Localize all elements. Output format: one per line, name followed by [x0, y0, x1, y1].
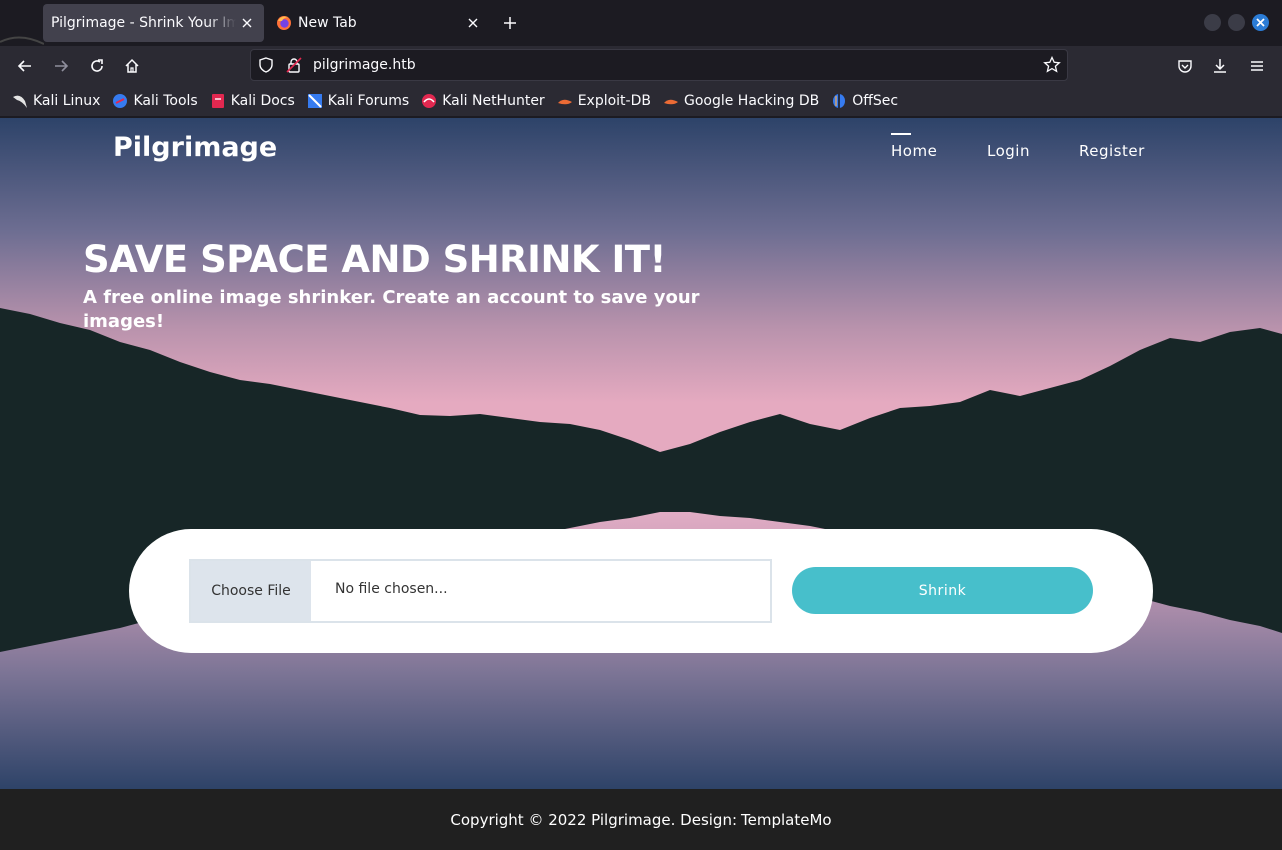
browser-window: Pilgrimage - Shrink Your Images New Tab — [0, 0, 1282, 850]
home-button[interactable] — [120, 54, 144, 78]
site-footer: Copyright © 2022 Pilgrimage. Design: Tem… — [0, 789, 1282, 850]
choose-file-button[interactable]: Choose File — [191, 561, 311, 621]
web-page: Pilgrimage Home Login Register SAVE SPAC… — [0, 118, 1282, 850]
tab-strip: Pilgrimage - Shrink Your Images New Tab — [0, 0, 1282, 46]
forward-button[interactable] — [49, 54, 73, 78]
bookmark-kali-forums[interactable]: Kali Forums — [307, 93, 409, 109]
close-tab-icon[interactable] — [462, 12, 484, 34]
shield-icon[interactable] — [258, 57, 274, 73]
close-tab-icon[interactable] — [236, 12, 258, 34]
upload-form: Choose File No file chosen... Shrink — [129, 529, 1153, 653]
maximize-button[interactable] — [1228, 14, 1245, 31]
active-nav-indicator — [891, 133, 911, 135]
kali-tools-icon — [113, 94, 128, 108]
lock-insecure-icon[interactable] — [286, 57, 302, 73]
shrink-button[interactable]: Shrink — [792, 567, 1093, 614]
pocket-icon — [1178, 60, 1192, 73]
bookmark-label: Kali Tools — [133, 93, 198, 109]
bookmarks-toolbar: Kali Linux Kali Tools Kali Docs Kali For… — [0, 86, 1282, 116]
bookmark-label: Kali NetHunter — [442, 93, 545, 109]
nav-login-link[interactable]: Login — [987, 142, 1030, 160]
tab-new-tab[interactable]: New Tab — [270, 4, 490, 42]
file-input[interactable]: Choose File No file chosen... — [189, 559, 772, 623]
bookmark-label: Google Hacking DB — [683, 93, 820, 109]
bookmark-kali-docs[interactable]: Kali Docs — [210, 93, 295, 109]
minimize-button[interactable] — [1204, 14, 1221, 31]
arrow-right-icon — [55, 60, 69, 72]
bookmark-kali-nethunter[interactable]: Kali NetHunter — [421, 93, 545, 109]
bookmark-offsec[interactable]: OffSec — [831, 93, 898, 109]
reload-button[interactable] — [85, 54, 109, 78]
nav-register-link[interactable]: Register — [1079, 142, 1145, 160]
reload-icon — [91, 59, 103, 72]
templatemo-link[interactable]: TemplateMo — [741, 811, 832, 829]
home-icon — [125, 58, 139, 73]
navigation-toolbar: pilgrimage.htb — [0, 46, 1282, 86]
copyright-text: Copyright © 2022 Pilgrimage. Design: — [450, 810, 738, 829]
site-logo[interactable]: Pilgrimage — [113, 132, 277, 163]
tab-title: New Tab — [298, 15, 357, 31]
downloads-button[interactable] — [1208, 54, 1232, 78]
bookmark-label: Kali Linux — [33, 93, 101, 109]
star-bookmark-icon[interactable] — [1043, 56, 1061, 74]
kali-dragon-icon — [13, 95, 27, 108]
tab-title: Pilgrimage - Shrink Your Images — [51, 15, 236, 31]
bookmark-google-hacking-db[interactable]: Google Hacking DB — [663, 93, 819, 109]
close-window-button[interactable] — [1252, 14, 1269, 31]
firefox-icon — [276, 15, 292, 31]
nav-home-link[interactable]: Home — [891, 142, 937, 160]
bookmark-kali-linux[interactable]: Kali Linux — [12, 93, 100, 109]
file-status-text: No file chosen... — [335, 581, 448, 597]
kali-decoration — [0, 36, 44, 45]
close-icon — [1256, 18, 1265, 27]
kali-forums-icon — [307, 94, 322, 108]
bookmark-label: Exploit-DB — [577, 93, 651, 109]
new-tab-button[interactable] — [499, 12, 521, 34]
bookmark-label: OffSec — [852, 93, 899, 109]
kali-docs-icon — [211, 94, 224, 108]
plus-icon — [504, 17, 516, 29]
address-bar[interactable]: pilgrimage.htb — [250, 49, 1068, 81]
kali-nethunter-icon — [422, 94, 437, 108]
arrow-left-icon — [17, 60, 31, 72]
url-text[interactable]: pilgrimage.htb — [313, 57, 416, 73]
offsec-icon — [833, 94, 846, 108]
tab-pilgrimage[interactable]: Pilgrimage - Shrink Your Images — [43, 4, 264, 42]
exploit-db-icon — [557, 99, 572, 105]
bookmark-label: Kali Docs — [230, 93, 295, 109]
download-icon — [1214, 59, 1226, 73]
ghdb-icon — [663, 99, 678, 105]
mountain-lake-background — [0, 118, 1282, 789]
app-menu-button[interactable] — [1245, 54, 1269, 78]
pocket-button[interactable] — [1173, 54, 1197, 78]
hero-subline: A free online image shrinker. Create an … — [83, 287, 700, 332]
hamburger-menu-icon — [1251, 61, 1263, 71]
bookmark-kali-tools[interactable]: Kali Tools — [112, 93, 198, 109]
bookmark-label: Kali Forums — [327, 93, 410, 109]
back-button[interactable] — [13, 54, 37, 78]
hero-headline: SAVE SPACE AND SHRINK IT! — [83, 238, 666, 281]
bookmark-exploit-db[interactable]: Exploit-DB — [557, 93, 651, 109]
hero-section: Pilgrimage Home Login Register SAVE SPAC… — [0, 118, 1282, 789]
